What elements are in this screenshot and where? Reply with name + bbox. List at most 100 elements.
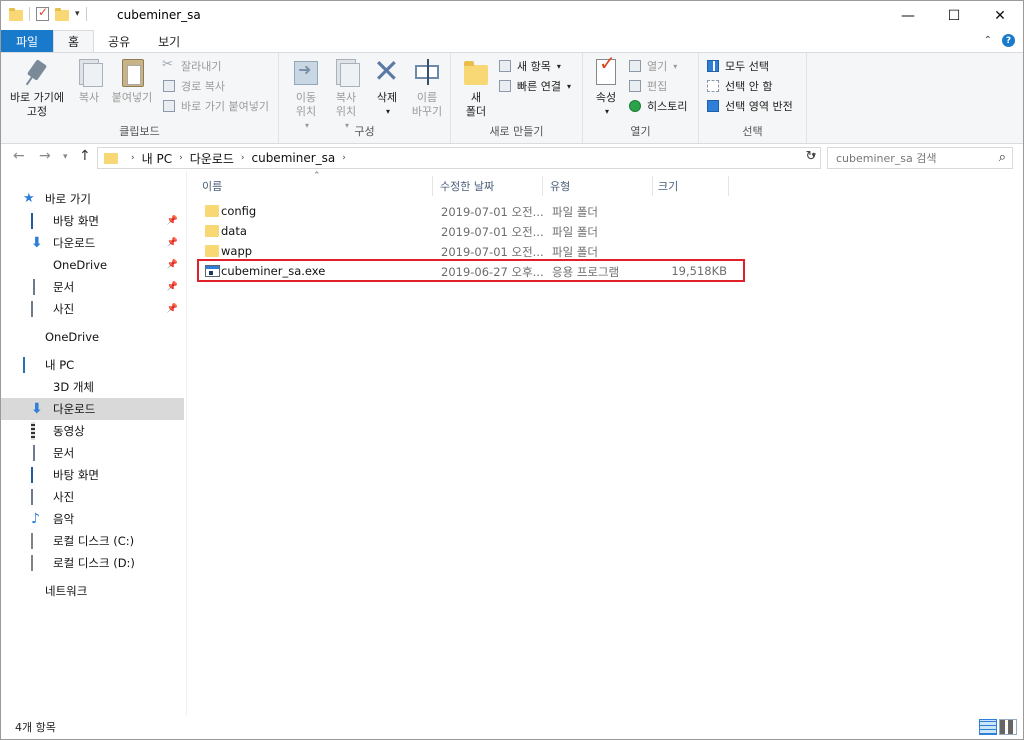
sidebar-item-downloads-pc[interactable]: ⬇ 다운로드 — [1, 398, 184, 420]
sidebar-item-music[interactable]: ♪ 음악 — [1, 508, 184, 530]
sidebar-item-this-pc[interactable]: 내 PC — [1, 354, 184, 376]
file-name: config — [221, 204, 257, 218]
recent-locations-chevron-icon[interactable]: ▾ — [63, 152, 68, 162]
sidebar-item-label: 다운로드 — [53, 402, 96, 416]
cut-button[interactable]: ✂ 잘라내기 — [161, 57, 221, 75]
item-count: 4개 항목 — [15, 721, 56, 734]
pin-icon[interactable]: 📌 — [167, 260, 178, 270]
sidebar-item-network[interactable]: 네트워크 — [1, 580, 184, 602]
close-button[interactable]: ✕ — [977, 1, 1023, 30]
tab-home[interactable]: 홈 — [53, 30, 95, 52]
cut-label: 잘라내기 — [181, 60, 222, 73]
column-header-date[interactable]: 수정한 날짜 — [435, 176, 543, 196]
maximize-button[interactable]: ☐ — [931, 1, 977, 30]
sidebar-item-quick-access[interactable]: ★ 바로 가기 — [1, 188, 184, 210]
move-to-label-2: 위치 — [295, 105, 317, 118]
search-input[interactable]: cubeminer_sa 검색 ⌕ — [827, 147, 1013, 169]
sidebar-item-label: 바탕 화면 — [53, 468, 99, 482]
folder-icon — [205, 245, 219, 257]
minimize-button[interactable]: — — [885, 1, 931, 30]
toolbar-separator — [29, 7, 30, 21]
breadcrumb-chevron-icon[interactable]: › — [241, 153, 245, 163]
sidebar-item-desktop[interactable]: 바탕 화면 📌 — [1, 210, 184, 232]
history-button[interactable]: 히스토리 — [627, 97, 687, 115]
pin-icon[interactable]: 📌 — [167, 304, 178, 314]
music-icon: ♪ — [31, 511, 40, 527]
column-header-size[interactable]: 크기 — [653, 176, 729, 196]
refresh-icon[interactable]: ↻ — [802, 147, 820, 165]
document-icon — [33, 279, 35, 295]
open-label: 열기 — [647, 60, 668, 73]
pin-icon[interactable]: 📌 — [167, 216, 178, 226]
new-folder-label: 새 — [470, 91, 482, 104]
customize-toolbar-chevron-icon[interactable]: ▾ — [75, 9, 80, 19]
forward-arrow-icon[interactable]: → — [39, 148, 51, 164]
breadcrumb-this-pc[interactable]: 내 PC — [142, 150, 172, 167]
column-header-type[interactable]: 유형 — [545, 176, 653, 196]
select-none-button[interactable]: 선택 안 함 — [705, 77, 772, 95]
drive-icon — [31, 555, 33, 571]
highlight-box — [197, 259, 745, 282]
sidebar-item-drive-c[interactable]: 로컬 디스크 (C:) — [1, 530, 184, 552]
tab-view[interactable]: 보기 — [144, 30, 194, 52]
paste-button[interactable]: 붙여넣기 — [109, 57, 155, 105]
sidebar-item-pictures[interactable]: 사진 📌 — [1, 298, 184, 320]
easy-access-icon — [497, 78, 513, 94]
breadcrumb-chevron-icon[interactable]: › — [179, 153, 183, 163]
properties-button[interactable]: 속성 ▾ — [589, 56, 623, 119]
pin-icon[interactable]: 📌 — [167, 282, 178, 292]
invert-selection-button[interactable]: 선택 영역 반전 — [705, 97, 793, 115]
sidebar-item-onedrive[interactable]: OneDrive — [1, 326, 184, 348]
open-button[interactable]: 열기 ▾ — [627, 57, 677, 75]
help-icon[interactable]: ? — [1002, 34, 1015, 47]
table-row[interactable]: wapp 2019-07-01 오전... 파일 폴더 — [197, 241, 743, 261]
sidebar-item-label: 로컬 디스크 (C:) — [53, 534, 135, 548]
paste-shortcut-button[interactable]: 바로 가기 붙여넣기 — [161, 97, 269, 115]
new-folder-icon[interactable] — [55, 7, 69, 21]
paste-shortcut-label: 바로 가기 붙여넣기 — [181, 100, 269, 113]
copy-button[interactable]: 복사 — [71, 57, 107, 105]
sidebar-item-documents-pc[interactable]: 문서 — [1, 442, 184, 464]
sidebar-item-drive-d[interactable]: 로컬 디스크 (D:) — [1, 552, 184, 574]
sidebar-item-desktop-pc[interactable]: 바탕 화면 — [1, 464, 184, 486]
tab-share[interactable]: 공유 — [94, 30, 144, 52]
address-bar[interactable]: › 내 PC › 다운로드 › cubeminer_sa › ▾ — [97, 147, 821, 169]
sidebar-item-onedrive-quick[interactable]: OneDrive 📌 — [1, 254, 184, 276]
collapse-ribbon-chevron-up-icon[interactable]: ⌃ — [984, 35, 992, 46]
sidebar-item-3d-objects[interactable]: 3D 개체 — [1, 376, 184, 398]
rename-button[interactable]: 이름 바꾸기 — [407, 57, 447, 119]
easy-access-button[interactable]: 빠른 연결 ▾ — [497, 77, 571, 95]
copy-to-button[interactable]: 복사 위치 ▾ — [327, 57, 365, 133]
new-folder-button[interactable]: 새 폴더 — [459, 57, 493, 119]
sidebar-item-downloads[interactable]: ⬇ 다운로드 📌 — [1, 232, 184, 254]
breadcrumb-downloads[interactable]: 다운로드 — [190, 150, 234, 167]
breadcrumb-chevron-icon[interactable]: › — [342, 153, 346, 163]
new-item-button[interactable]: 새 항목 ▾ — [497, 57, 561, 75]
copy-path-button[interactable]: 경로 복사 — [161, 77, 225, 95]
edit-button[interactable]: 편집 — [627, 77, 667, 95]
select-none-label: 선택 안 함 — [725, 80, 773, 93]
delete-button[interactable]: ✕ 삭제 ▾ — [369, 53, 405, 119]
sidebar-item-label: 3D 개체 — [53, 380, 94, 394]
table-row[interactable]: config 2019-07-01 오전... 파일 폴더 — [197, 201, 743, 221]
properties-icon[interactable] — [36, 5, 49, 21]
table-row[interactable]: data 2019-07-01 오전... 파일 폴더 — [197, 221, 743, 241]
pictures-icon — [31, 489, 33, 505]
up-arrow-icon[interactable]: ↑ — [79, 148, 91, 164]
move-to-button[interactable]: 이동 위치 ▾ — [287, 57, 325, 133]
sidebar-item-videos[interactable]: 동영상 — [1, 420, 184, 442]
back-arrow-icon[interactable]: ← — [13, 148, 25, 164]
breadcrumb-chevron-icon[interactable]: › — [131, 153, 135, 163]
drive-icon — [31, 533, 33, 549]
select-all-button[interactable]: 모두 선택 — [705, 57, 769, 75]
column-header-name[interactable]: 이름 — [197, 176, 433, 196]
clipboard-group-label: 클립보드 — [119, 125, 160, 138]
pin-icon[interactable]: 📌 — [167, 238, 178, 248]
breadcrumb-cubeminer[interactable]: cubeminer_sa — [251, 151, 335, 165]
details-view-icon[interactable] — [979, 719, 997, 735]
large-icons-view-icon[interactable] — [999, 719, 1017, 735]
sidebar-item-documents[interactable]: 문서 📌 — [1, 276, 184, 298]
tab-file[interactable]: 파일 — [1, 30, 53, 52]
pin-to-quick-access-button[interactable]: 바로 가기에 고정 — [7, 57, 67, 119]
sidebar-item-pictures-pc[interactable]: 사진 — [1, 486, 184, 508]
